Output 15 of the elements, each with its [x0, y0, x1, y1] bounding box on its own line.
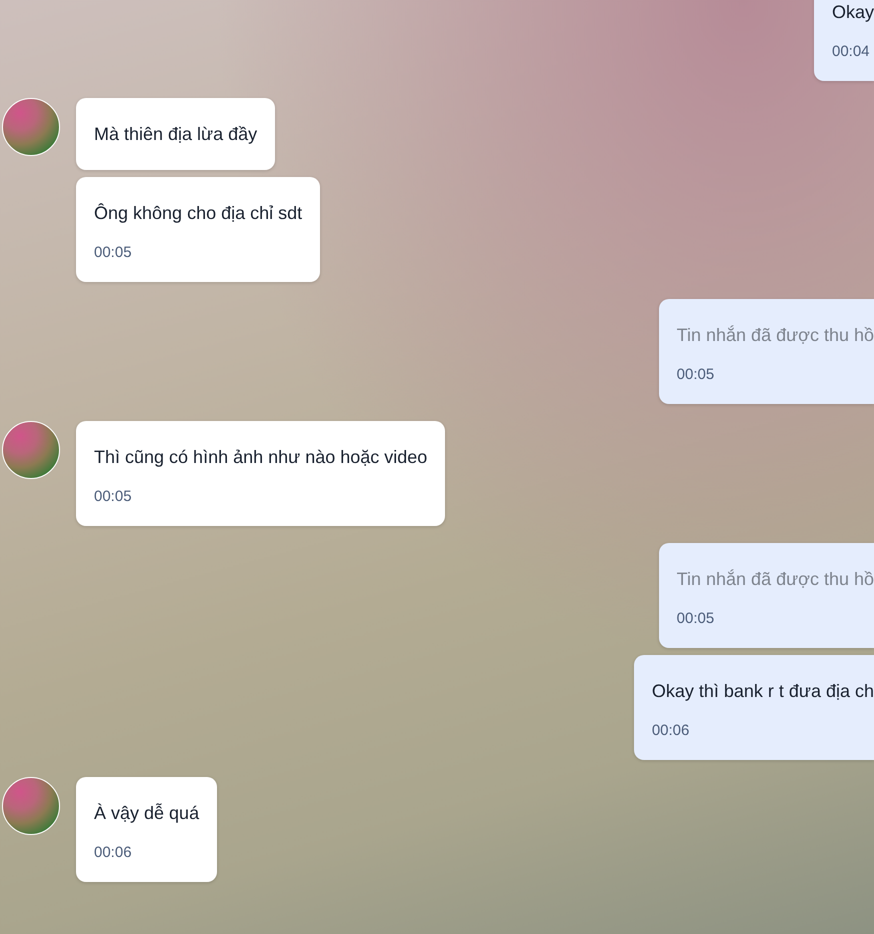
- message-text: Okay thì bank r t đưa địa ch: [652, 680, 874, 703]
- message-text: Okay: [832, 1, 874, 24]
- message-time: 00:05: [94, 487, 133, 507]
- recalled-message-text: Tin nhắn đã được thu hồ: [676, 324, 874, 347]
- message-time: 00:06: [94, 843, 133, 863]
- message-text: Mà thiên địa lừa đầy: [94, 123, 258, 146]
- message-text: Ông không cho địa chỉ sdt: [94, 202, 302, 225]
- message-time: 00:05: [676, 609, 716, 629]
- message-text: À vậy dễ quá: [94, 802, 200, 825]
- message-text: Thì cũng có hình ảnh như nào hoặc video: [94, 446, 428, 469]
- message-time: 00:05: [676, 365, 716, 385]
- message-time: 00:06: [652, 721, 690, 741]
- message-time: 00:05: [94, 243, 133, 263]
- recalled-message-text: Tin nhắn đã được thu hồ: [676, 568, 874, 591]
- message-time: 00:04: [832, 42, 871, 62]
